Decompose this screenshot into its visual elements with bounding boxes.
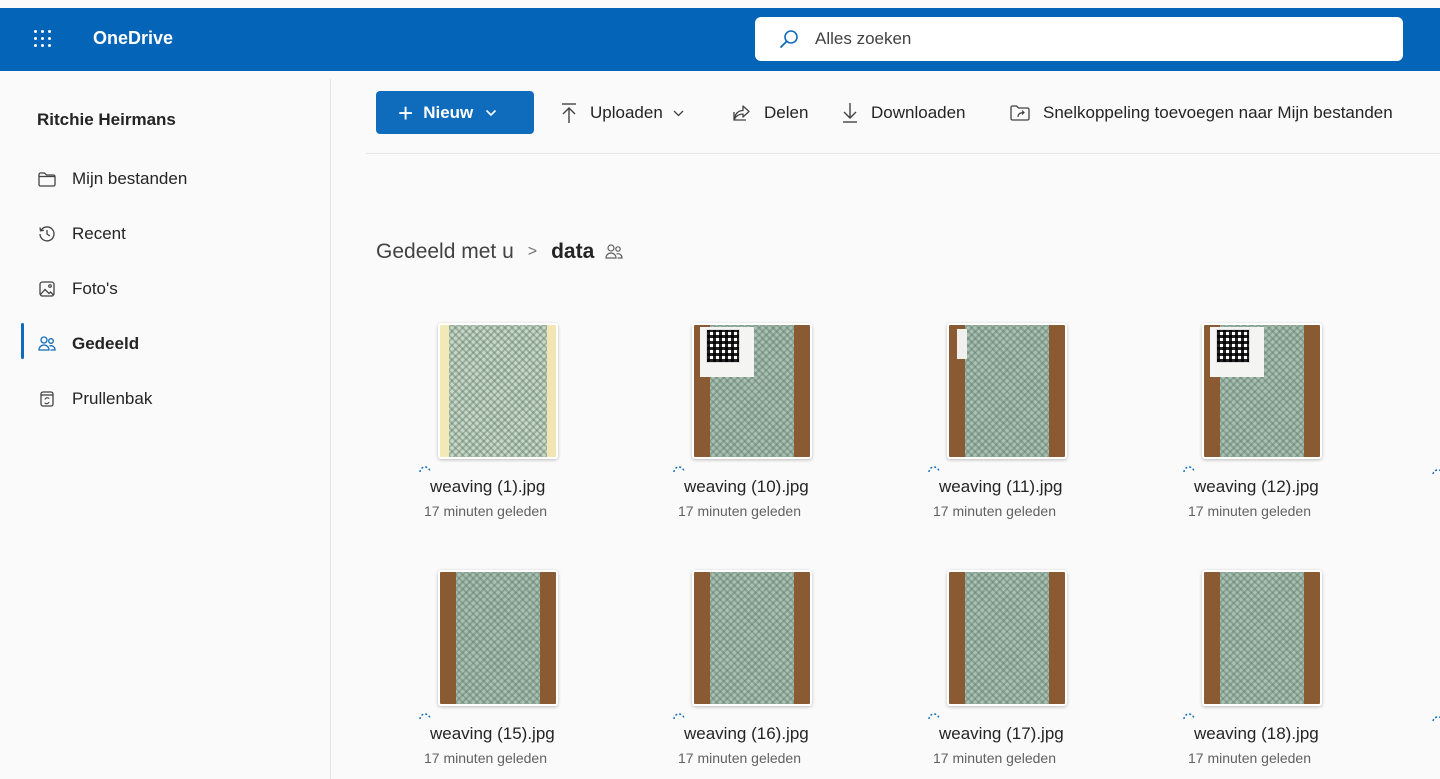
active-indicator [21,323,24,359]
search-input[interactable]: Alles zoeken [815,29,911,49]
sidebar-item-label: Gedeeld [72,334,140,353]
folder-shortcut-icon [1010,105,1030,121]
app-launcher-icon[interactable] [30,26,56,52]
file-tile[interactable]: weaving (11).jpg 17 minuten geleden [927,323,1127,533]
breadcrumb: Gedeeld met u > data [376,236,624,268]
file-thumbnail [1202,570,1322,706]
command-bar: + Nieuw Uploaden Delen Downloaden Snelko… [366,79,1440,154]
new-button[interactable]: + Nieuw [376,91,534,134]
download-button[interactable]: Downloaden [841,100,966,126]
file-modified: 17 minuten geleden [678,503,801,519]
sidebar-item-shared[interactable]: Gedeeld [37,329,307,359]
file-modified: 17 minuten geleden [933,503,1056,519]
user-name: Ritchie Heirmans [37,110,176,129]
upload-button[interactable]: Uploaden [560,100,684,126]
file-tile[interactable]: weaving (17).jpg 17 minuten geleden [927,570,1127,779]
share-button[interactable]: Delen [732,100,808,126]
file-modified: 17 minuten geleden [1188,503,1311,519]
app-name[interactable]: OneDrive [93,28,173,49]
sidebar-item-recent[interactable]: Recent [37,219,307,249]
file-tile[interactable]: weaving (15).jpg 17 minuten geleden [418,570,618,779]
sidebar-item-recycle-bin[interactable]: Prullenbak [37,384,307,414]
file-name[interactable]: weaving (1).jpg [430,477,545,497]
folder-icon [38,172,56,187]
left-nav: Ritchie Heirmans Mijn bestanden Recent F… [0,79,331,779]
breadcrumb-separator: > [527,243,538,260]
shared-people-icon [605,244,623,259]
file-modified: 17 minuten geleden [1188,750,1311,766]
search-box[interactable]: Alles zoeken [755,17,1403,61]
breadcrumb-current-folder: data [551,240,595,263]
file-thumbnail [438,570,558,706]
people-icon [38,336,56,351]
history-icon [39,226,55,242]
file-name[interactable]: weaving (18).jpg [1194,724,1319,744]
file-name[interactable]: weaving (15).jpg [430,724,555,744]
file-modified: 17 minuten geleden [424,503,547,519]
add-shortcut-button[interactable]: Snelkoppeling toevoegen naar Mijn bestan… [1009,100,1393,126]
file-name[interactable]: weaving (11).jpg [939,477,1062,497]
file-thumbnail [692,570,812,706]
file-modified: 17 minuten geleden [678,750,801,766]
header-bar: OneDrive Alles zoeken [0,8,1440,71]
file-thumbnail [947,323,1067,459]
recycle-bin-icon [40,391,54,407]
file-thumbnail [947,570,1067,706]
plus-icon: + [398,97,414,128]
file-tile[interactable]: weaving (10).jpg 17 minuten geleden [672,323,872,533]
file-thumbnail [1202,323,1322,459]
sidebar-item-label: Mijn bestanden [72,169,188,188]
file-name[interactable]: weaving (17).jpg [939,724,1064,744]
photo-icon [39,281,55,297]
sidebar-item-my-files[interactable]: Mijn bestanden [37,164,307,194]
search-icon [780,30,798,48]
file-name[interactable]: weaving (10).jpg [684,477,809,497]
sidebar-item-label: Recent [72,224,126,243]
file-name[interactable]: weaving (12).jpg [1194,477,1319,497]
breadcrumb-shared-with-you[interactable]: Gedeeld met u [376,240,514,264]
sidebar-item-photos[interactable]: Foto's [37,274,307,304]
file-tile[interactable]: weaving (12).jpg 17 minuten geleden [1182,323,1382,533]
upload-icon [562,103,576,123]
sync-pending-icon [1432,716,1440,722]
sidebar-item-label: Prullenbak [72,389,153,408]
sidebar-item-label: Foto's [72,279,118,298]
file-modified: 17 minuten geleden [424,750,547,766]
file-name[interactable]: weaving (16).jpg [684,724,809,744]
share-icon [733,105,750,121]
file-tile[interactable]: weaving (1).jpg 17 minuten geleden [418,323,618,533]
file-tile[interactable]: weaving (18).jpg 17 minuten geleden [1182,570,1382,779]
sync-pending-icon [1432,469,1440,475]
chevron-down-icon [486,109,497,116]
chevron-down-icon [673,110,684,116]
download-icon [843,103,857,123]
file-thumbnail [438,323,558,459]
file-modified: 17 minuten geleden [933,750,1056,766]
file-tile[interactable]: weaving (16).jpg 17 minuten geleden [672,570,872,779]
file-thumbnail [692,323,812,459]
top-bar: OneDrive Alles zoeken [0,0,1440,79]
